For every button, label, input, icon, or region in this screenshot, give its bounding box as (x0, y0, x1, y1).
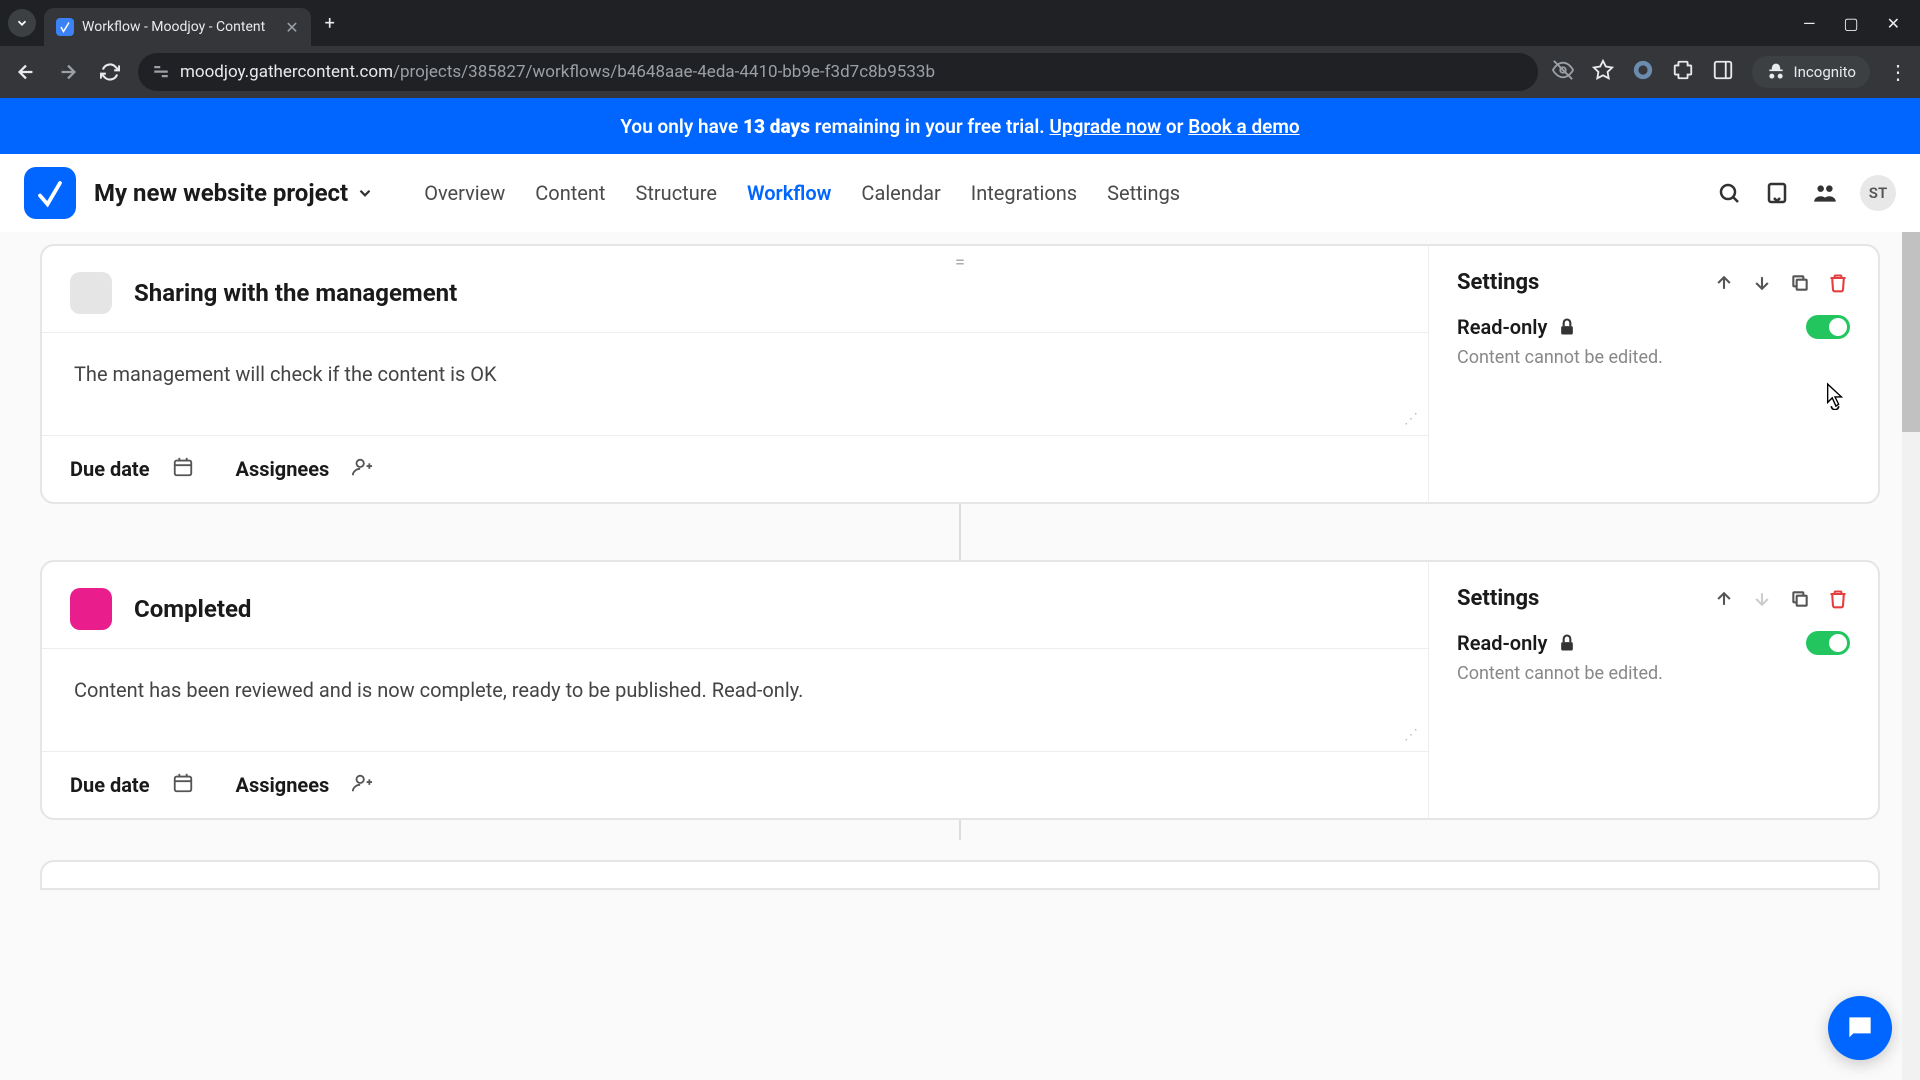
tab-title: Workflow - Moodjoy - Content (82, 19, 265, 35)
project-switcher[interactable]: My new website project (94, 179, 374, 207)
tab-close-button[interactable]: ✕ (285, 18, 298, 37)
move-down-button[interactable] (1750, 271, 1774, 295)
readonly-toggle[interactable] (1806, 631, 1850, 655)
maximize-button[interactable]: ▢ (1843, 14, 1858, 33)
calendar-icon[interactable] (172, 456, 194, 482)
readonly-label: Read-only (1457, 631, 1577, 655)
app-logo[interactable] (24, 167, 76, 219)
nav-tab-content[interactable]: Content (535, 181, 605, 205)
lock-icon (1557, 317, 1577, 337)
stage-title-input[interactable]: Sharing with the management (134, 279, 457, 307)
reload-button[interactable] (96, 58, 124, 86)
resize-handle-icon[interactable]: ⋰ (1404, 411, 1418, 427)
stage-connector (959, 820, 961, 840)
notifications-button[interactable] (1764, 180, 1790, 206)
nav-tabs: Overview Content Structure Workflow Calendar… (424, 181, 1180, 205)
workflow-stage-card: Completed Content has been reviewed and … (40, 560, 1880, 820)
browser-toolbar: moodjoy.gathercontent.com/projects/38582… (0, 46, 1920, 98)
add-assignee-icon[interactable] (351, 772, 373, 798)
upgrade-link[interactable]: Upgrade now (1049, 115, 1161, 138)
lock-icon (1557, 633, 1577, 653)
stage-color-swatch[interactable] (70, 588, 112, 630)
nav-tab-calendar[interactable]: Calendar (861, 181, 940, 205)
scrollbar-thumb[interactable] (1902, 232, 1920, 432)
site-settings-icon[interactable] (152, 63, 170, 81)
tab-search-button[interactable] (8, 9, 36, 37)
bookmark-icon[interactable] (1592, 59, 1614, 85)
url-text: moodjoy.gathercontent.com/projects/38582… (180, 62, 935, 82)
incognito-badge[interactable]: Incognito (1752, 56, 1870, 88)
nav-tab-structure[interactable]: Structure (635, 181, 716, 205)
extensions-icon[interactable] (1672, 59, 1694, 85)
browser-tab-strip: Workflow - Moodjoy - Content ✕ + — ▢ ✕ (0, 0, 1920, 46)
tracking-protection-icon[interactable] (1552, 59, 1574, 85)
tab-favicon-icon (56, 18, 74, 36)
stage-color-swatch[interactable] (70, 272, 112, 314)
window-controls: — ▢ ✕ (1803, 14, 1912, 33)
new-tab-button[interactable]: + (325, 13, 335, 34)
due-date-label: Due date (70, 773, 150, 797)
search-button[interactable] (1716, 180, 1742, 206)
stage-title-input[interactable]: Completed (134, 595, 251, 623)
duplicate-button[interactable] (1788, 587, 1812, 611)
close-window-button[interactable]: ✕ (1887, 14, 1900, 33)
stage-description-input[interactable]: The management will check if the content… (74, 359, 1396, 389)
move-up-button[interactable] (1712, 587, 1736, 611)
add-assignee-icon[interactable] (351, 456, 373, 482)
readonly-label: Read-only (1457, 315, 1577, 339)
book-demo-link[interactable]: Book a demo (1188, 115, 1299, 138)
assignees-label: Assignees (236, 457, 330, 481)
trial-banner: You only have 13 days remaining in your … (0, 98, 1920, 154)
delete-button[interactable] (1826, 271, 1850, 295)
move-down-button[interactable] (1750, 587, 1774, 611)
profile-icon[interactable] (1632, 59, 1654, 85)
nav-tab-integrations[interactable]: Integrations (971, 181, 1077, 205)
minimize-button[interactable]: — (1803, 14, 1816, 33)
assignees-label: Assignees (236, 773, 330, 797)
page-content: You only have 13 days remaining in your … (0, 98, 1920, 1080)
readonly-toggle[interactable] (1806, 315, 1850, 339)
incognito-icon (1766, 62, 1786, 82)
workflow-stage-card: = Sharing with the management The manage… (40, 244, 1880, 504)
browser-menu-button[interactable]: ⋮ (1888, 60, 1908, 84)
nav-tab-overview[interactable]: Overview (424, 181, 505, 205)
resize-handle-icon[interactable]: ⋰ (1404, 727, 1418, 743)
chat-icon (1844, 1012, 1876, 1044)
calendar-icon[interactable] (172, 772, 194, 798)
side-panel-icon[interactable] (1712, 59, 1734, 85)
stage-connector (959, 504, 961, 560)
nav-tab-workflow[interactable]: Workflow (747, 181, 831, 205)
browser-tab[interactable]: Workflow - Moodjoy - Content ✕ (44, 8, 311, 46)
move-up-button[interactable] (1712, 271, 1736, 295)
workflow-workspace: = Sharing with the management The manage… (0, 232, 1920, 1080)
settings-title: Settings (1457, 586, 1539, 611)
stage-description-input[interactable]: Content has been reviewed and is now com… (74, 675, 1396, 705)
intercom-chat-button[interactable] (1828, 996, 1892, 1060)
vertical-scrollbar[interactable]: ▲ (1902, 232, 1920, 1080)
due-date-label: Due date (70, 457, 150, 481)
workflow-stage-card (40, 860, 1880, 890)
nav-tab-settings[interactable]: Settings (1107, 181, 1180, 205)
people-button[interactable] (1812, 180, 1838, 206)
settings-title: Settings (1457, 270, 1539, 295)
duplicate-button[interactable] (1788, 271, 1812, 295)
drag-handle-icon[interactable]: = (950, 252, 970, 273)
delete-button[interactable] (1826, 587, 1850, 611)
chevron-down-icon (356, 184, 374, 202)
back-button[interactable] (12, 58, 40, 86)
readonly-hint: Content cannot be edited. (1457, 663, 1850, 684)
user-avatar[interactable]: ST (1860, 175, 1896, 211)
readonly-hint: Content cannot be edited. (1457, 347, 1850, 368)
address-bar[interactable]: moodjoy.gathercontent.com/projects/38582… (138, 53, 1538, 91)
app-header: My new website project Overview Content St… (0, 154, 1920, 232)
forward-button[interactable] (54, 58, 82, 86)
banner-text: You only have 13 days remaining in your … (620, 115, 1299, 138)
